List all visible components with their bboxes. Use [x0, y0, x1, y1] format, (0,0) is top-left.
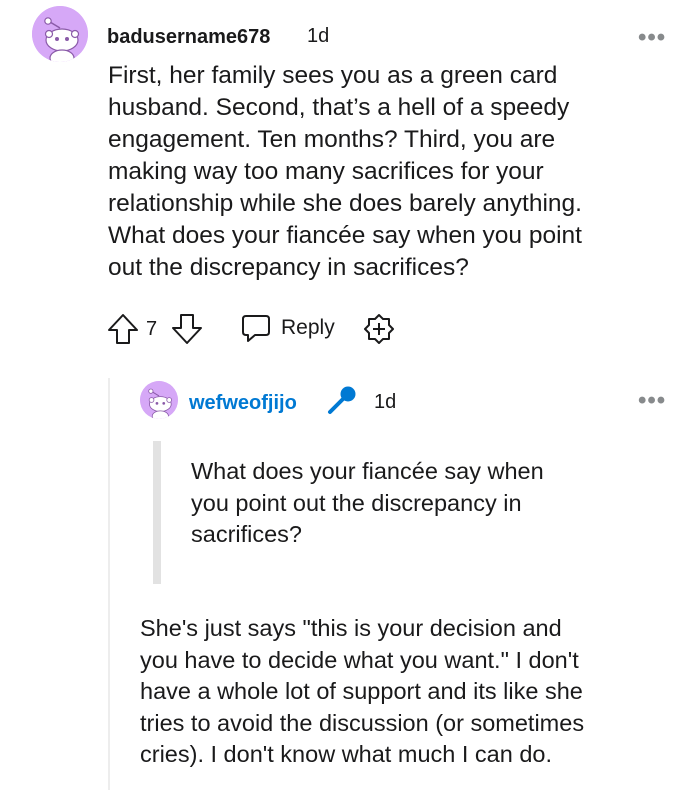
award-icon [364, 314, 394, 344]
reply-more-options-button[interactable]: ••• [638, 387, 666, 415]
comment-line: engagement. Ten months? Third, you are [108, 126, 556, 153]
quote-line: What does your fiancée say when [191, 458, 544, 484]
vote-count: 7 [146, 318, 158, 340]
reply-thread-line[interactable] [108, 378, 110, 790]
reply-label: Reply [281, 316, 335, 339]
comment-body: First, her family sees you as a green ca… [108, 60, 693, 284]
reply-body: She's just says "this is your decision a… [140, 613, 695, 771]
comment-timestamp: 1d [307, 25, 330, 47]
reply-bubble-icon [242, 315, 270, 342]
comment-username[interactable]: badusername678 [107, 26, 270, 49]
comment-line: relationship while she does barely anyth… [108, 190, 582, 217]
reply-line: She's just says "this is your decision a… [140, 615, 562, 641]
snoo-avatar-icon [32, 6, 88, 62]
award-button[interactable] [362, 312, 396, 346]
comment-line: First, her family sees you as a green ca… [108, 62, 558, 89]
reply-line: tries to avoid the discussion (or someti… [140, 709, 585, 736]
avatar[interactable] [32, 6, 88, 62]
comment-line: out the discrepancy in sacrifices? [108, 254, 469, 281]
downvote-button[interactable] [170, 312, 204, 346]
comment-line: husband. Second, that’s a hell of a spee… [108, 94, 570, 121]
upvote-button[interactable] [106, 312, 140, 346]
quote-block: What does your fiancée say when you poin… [191, 456, 671, 551]
reply-button[interactable]: Reply [240, 311, 340, 345]
downvote-icon [172, 314, 202, 344]
reply-timestamp: 1d [374, 391, 397, 413]
reply-username[interactable]: wefweofjijo [189, 392, 297, 415]
comment-line: making way too many sacrifices for your [108, 158, 544, 185]
reply-line: have a whole lot of support and its like… [140, 678, 583, 704]
comment-line: What does your fiancée say when you poin… [108, 222, 582, 249]
reply-line: cries). I don't know what much I can do. [140, 741, 553, 767]
op-microphone-badge [326, 384, 358, 416]
quote-bar [153, 441, 161, 584]
reply-avatar[interactable] [140, 381, 178, 419]
snoo-avatar-icon [140, 381, 178, 419]
upvote-icon [108, 314, 138, 344]
quote-line: you point out the discrepancy in [191, 489, 522, 516]
more-options-button[interactable]: ••• [638, 24, 666, 52]
reply-line: you have to decide what you want." I don… [140, 646, 579, 673]
quote-line: sacrifices? [191, 521, 303, 547]
microphone-icon [328, 386, 356, 414]
